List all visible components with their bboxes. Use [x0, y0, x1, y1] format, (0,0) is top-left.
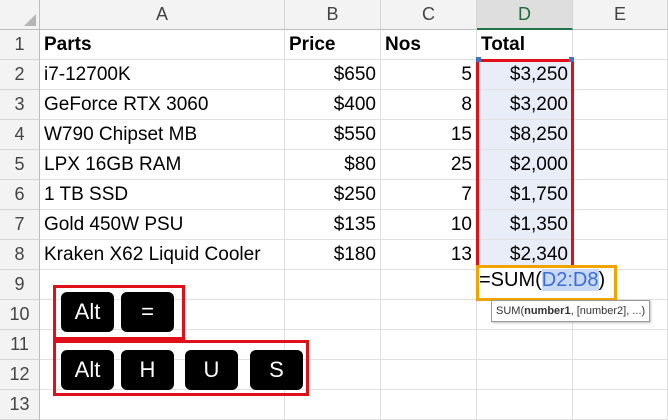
row-header-9[interactable]: 9: [0, 270, 40, 300]
row-header-4[interactable]: 4: [0, 120, 40, 150]
cell-e6[interactable]: [573, 180, 668, 210]
formula-range-ref: D2:D8: [541, 269, 599, 291]
cell-b9[interactable]: [285, 270, 381, 300]
column-header-e[interactable]: E: [573, 0, 668, 30]
key-equals: =: [121, 292, 174, 332]
header-parts[interactable]: Parts: [40, 30, 285, 60]
cell-price[interactable]: $80: [285, 150, 381, 180]
column-header-c[interactable]: C: [381, 0, 477, 30]
tooltip-arg1: number1: [524, 305, 571, 317]
row-header-10[interactable]: 10: [0, 300, 40, 330]
cell-e13[interactable]: [573, 390, 668, 420]
formula-text[interactable]: =SUM(D2:D8): [479, 269, 605, 292]
header-price[interactable]: Price: [285, 30, 381, 60]
cell-part[interactable]: i7-12700K: [40, 60, 285, 90]
cell-e3[interactable]: [573, 90, 668, 120]
header-nos[interactable]: Nos: [381, 30, 477, 60]
cell-nos[interactable]: 25: [381, 150, 477, 180]
row-header-11[interactable]: 11: [0, 330, 40, 360]
spreadsheet-grid: A B C D E 1 2 3 4 5 6 7 8 9 10 11 12 13 …: [0, 0, 668, 420]
cell-c12[interactable]: [381, 360, 477, 390]
cell-e7[interactable]: [573, 210, 668, 240]
row-header-7[interactable]: 7: [0, 210, 40, 240]
cell-b10[interactable]: [285, 300, 381, 330]
cell-price[interactable]: $135: [285, 210, 381, 240]
cell-part[interactable]: Kraken X62 Liquid Cooler: [40, 240, 285, 270]
row-header-12[interactable]: 12: [0, 360, 40, 390]
cell-e1[interactable]: [573, 30, 668, 60]
key-u: U: [185, 350, 238, 390]
cell-c9[interactable]: [381, 270, 477, 300]
range-highlight-box: [476, 59, 574, 271]
cell-e11[interactable]: [573, 330, 668, 360]
row-header-1[interactable]: 1: [0, 30, 40, 60]
cell-nos[interactable]: 8: [381, 90, 477, 120]
cell-nos[interactable]: 7: [381, 180, 477, 210]
cell-e12[interactable]: [573, 360, 668, 390]
row-header-6[interactable]: 6: [0, 180, 40, 210]
column-header-a[interactable]: A: [40, 0, 285, 30]
row-header-5[interactable]: 5: [0, 150, 40, 180]
key-h: H: [121, 350, 174, 390]
cell-part[interactable]: GeForce RTX 3060: [40, 90, 285, 120]
cell-price[interactable]: $400: [285, 90, 381, 120]
cell-part[interactable]: 1 TB SSD: [40, 180, 285, 210]
cell-e4[interactable]: [573, 120, 668, 150]
cell-e2[interactable]: [573, 60, 668, 90]
cell-d12[interactable]: [477, 360, 573, 390]
cell-d13[interactable]: [477, 390, 573, 420]
cell-c10[interactable]: [381, 300, 477, 330]
header-total[interactable]: Total: [477, 30, 573, 60]
cell-part[interactable]: Gold 450W PSU: [40, 210, 285, 240]
cell-d11[interactable]: [477, 330, 573, 360]
key-alt: Alt: [61, 292, 114, 332]
tooltip-fn: SUM(: [496, 305, 525, 317]
select-all-corner[interactable]: [0, 0, 40, 30]
cell-nos[interactable]: 10: [381, 210, 477, 240]
row-header-2[interactable]: 2: [0, 60, 40, 90]
function-tooltip: SUM(number1, [number2], ...): [491, 300, 651, 322]
column-header-b[interactable]: B: [285, 0, 381, 30]
cell-part[interactable]: LPX 16GB RAM: [40, 150, 285, 180]
cell-price[interactable]: $250: [285, 180, 381, 210]
cell-part[interactable]: W790 Chipset MB: [40, 120, 285, 150]
row-header-13[interactable]: 13: [0, 390, 40, 420]
cell-nos[interactable]: 13: [381, 240, 477, 270]
selection-handle[interactable]: [476, 57, 481, 62]
key-alt: Alt: [61, 350, 114, 390]
cell-c11[interactable]: [381, 330, 477, 360]
cell-c13[interactable]: [381, 390, 477, 420]
row-header-8[interactable]: 8: [0, 240, 40, 270]
row-header-3[interactable]: 3: [0, 90, 40, 120]
column-header-d[interactable]: D: [477, 0, 573, 30]
cell-nos[interactable]: 5: [381, 60, 477, 90]
cell-price[interactable]: $180: [285, 240, 381, 270]
tooltip-rest: , [number2], ...): [570, 305, 646, 317]
formula-suffix: ): [598, 269, 606, 291]
cell-price[interactable]: $650: [285, 60, 381, 90]
key-s: S: [250, 350, 303, 390]
cell-e5[interactable]: [573, 150, 668, 180]
selection-handle[interactable]: [569, 57, 574, 62]
cell-price[interactable]: $550: [285, 120, 381, 150]
cell-nos[interactable]: 15: [381, 120, 477, 150]
formula-prefix: =SUM(: [479, 269, 542, 291]
